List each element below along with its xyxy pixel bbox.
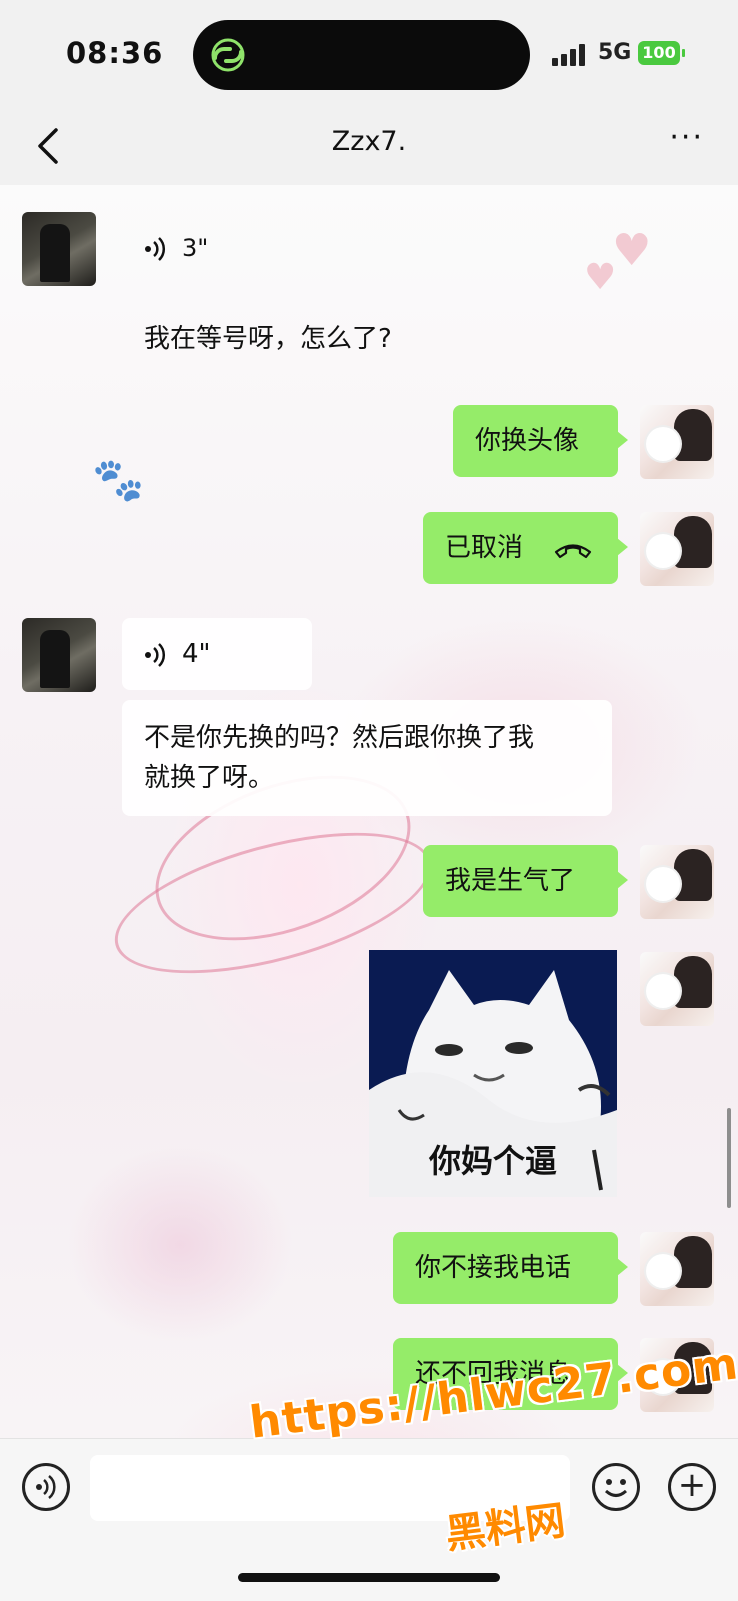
outgoing-message-bubble[interactable]: 你不接我电话	[393, 1232, 628, 1304]
voice-input-icon[interactable]	[22, 1463, 70, 1511]
chat-title[interactable]: Zzx7.	[0, 126, 738, 157]
heart-decoration-icon: ♥	[584, 257, 617, 298]
contact-avatar[interactable]	[22, 618, 96, 692]
incoming-message-bubble[interactable]: 不是你先换的吗？然后跟你换了我 就换了呀。	[122, 700, 612, 816]
outgoing-message-bubble[interactable]: 你换头像	[453, 405, 628, 477]
message-line: 就换了呀。	[144, 763, 275, 793]
plus-icon[interactable]: +	[668, 1463, 716, 1511]
my-avatar[interactable]	[640, 512, 714, 586]
network-label: 5G	[598, 40, 632, 65]
voice-duration: 4"	[182, 639, 211, 669]
scrollbar[interactable]	[727, 1108, 731, 1208]
contact-avatar[interactable]	[22, 212, 96, 286]
message-line: 不是你先换的吗？然后跟你换了我	[144, 723, 535, 753]
paw-decoration-icon: 🐾	[92, 455, 145, 504]
sticker-caption: 你妈个逼	[428, 1142, 557, 1180]
chat-header: Zzx7. ···	[0, 110, 738, 185]
hang-up-icon	[555, 543, 592, 558]
sticker-image[interactable]: 你妈个逼	[369, 950, 617, 1197]
voice-wave-icon	[145, 642, 166, 667]
battery-icon: 100	[638, 41, 685, 65]
incoming-message-text[interactable]: 我在等号呀，怎么了?	[144, 318, 392, 355]
my-avatar[interactable]	[640, 845, 714, 919]
my-avatar[interactable]	[640, 1232, 714, 1306]
cancelled-call-bubble[interactable]: 已取消	[423, 512, 628, 584]
voice-message[interactable]: 3"	[144, 234, 208, 263]
my-avatar[interactable]	[640, 405, 714, 479]
my-avatar[interactable]	[640, 952, 714, 1026]
home-indicator[interactable]	[238, 1573, 500, 1582]
status-bar: 08:36 5G 100	[0, 0, 738, 110]
voice-duration: 3"	[182, 234, 209, 262]
signal-icon	[552, 42, 590, 66]
status-time: 08:36	[66, 36, 164, 70]
voice-wave-icon	[145, 237, 166, 261]
more-dots-icon[interactable]: ···	[669, 120, 704, 155]
heart-decoration-icon: ♥	[612, 225, 652, 276]
voice-message[interactable]: 4"	[122, 618, 312, 690]
app-logo-icon	[211, 38, 245, 72]
emoji-icon[interactable]	[592, 1463, 640, 1511]
call-status-label: 已取消	[445, 533, 524, 563]
dynamic-island	[193, 20, 530, 90]
outgoing-message-bubble[interactable]: 我是生气了	[423, 845, 628, 917]
input-bar: +	[0, 1438, 738, 1601]
